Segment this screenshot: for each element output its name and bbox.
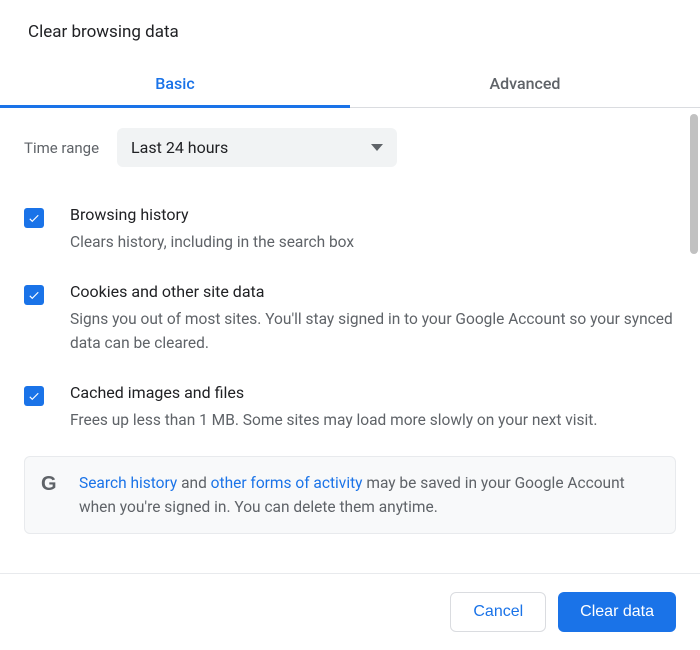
option-desc: Signs you out of most sites. You'll stay… bbox=[70, 307, 676, 355]
tab-advanced[interactable]: Advanced bbox=[350, 60, 700, 107]
notice-mid1: and bbox=[177, 474, 210, 492]
dialog-footer: Cancel Clear data bbox=[0, 573, 700, 650]
check-icon bbox=[27, 389, 41, 403]
option-cached: Cached images and files Frees up less th… bbox=[24, 371, 676, 448]
search-history-link[interactable]: Search history bbox=[79, 474, 177, 492]
checkbox-browsing-history[interactable] bbox=[24, 208, 44, 228]
option-cookies: Cookies and other site data Signs you ou… bbox=[24, 270, 676, 371]
option-text: Browsing history Clears history, includi… bbox=[70, 205, 676, 254]
content: Time range Last 24 hours Browsing histor… bbox=[0, 108, 700, 573]
option-text: Cached images and files Frees up less th… bbox=[70, 383, 676, 432]
chevron-down-icon bbox=[371, 144, 383, 151]
check-icon bbox=[27, 288, 41, 302]
google-logo-icon: G bbox=[41, 473, 63, 495]
time-range-value: Last 24 hours bbox=[131, 138, 228, 157]
scrollbar[interactable] bbox=[690, 114, 698, 254]
option-browsing-history: Browsing history Clears history, includi… bbox=[24, 193, 676, 270]
option-desc: Frees up less than 1 MB. Some sites may … bbox=[70, 408, 676, 432]
google-account-notice: G Search history and other forms of acti… bbox=[24, 456, 676, 534]
cancel-button[interactable]: Cancel bbox=[450, 592, 546, 632]
option-title: Cookies and other site data bbox=[70, 282, 676, 301]
checkbox-cookies[interactable] bbox=[24, 285, 44, 305]
checkbox-cached[interactable] bbox=[24, 386, 44, 406]
content-wrap: Time range Last 24 hours Browsing histor… bbox=[0, 108, 700, 573]
option-text: Cookies and other site data Signs you ou… bbox=[70, 282, 676, 355]
other-activity-link[interactable]: other forms of activity bbox=[211, 474, 363, 492]
dialog-title: Clear browsing data bbox=[0, 0, 700, 60]
notice-text: Search history and other forms of activi… bbox=[79, 471, 659, 519]
time-range-row: Time range Last 24 hours bbox=[24, 128, 676, 167]
time-range-label: Time range bbox=[24, 139, 99, 157]
option-title: Cached images and files bbox=[70, 383, 676, 402]
check-icon bbox=[27, 211, 41, 225]
clear-browsing-data-dialog: Clear browsing data Basic Advanced Time … bbox=[0, 0, 700, 650]
clear-data-button[interactable]: Clear data bbox=[558, 592, 676, 632]
tab-basic[interactable]: Basic bbox=[0, 60, 350, 107]
tabs: Basic Advanced bbox=[0, 60, 700, 108]
option-desc: Clears history, including in the search … bbox=[70, 230, 676, 254]
option-title: Browsing history bbox=[70, 205, 676, 224]
time-range-select[interactable]: Last 24 hours bbox=[117, 128, 397, 167]
